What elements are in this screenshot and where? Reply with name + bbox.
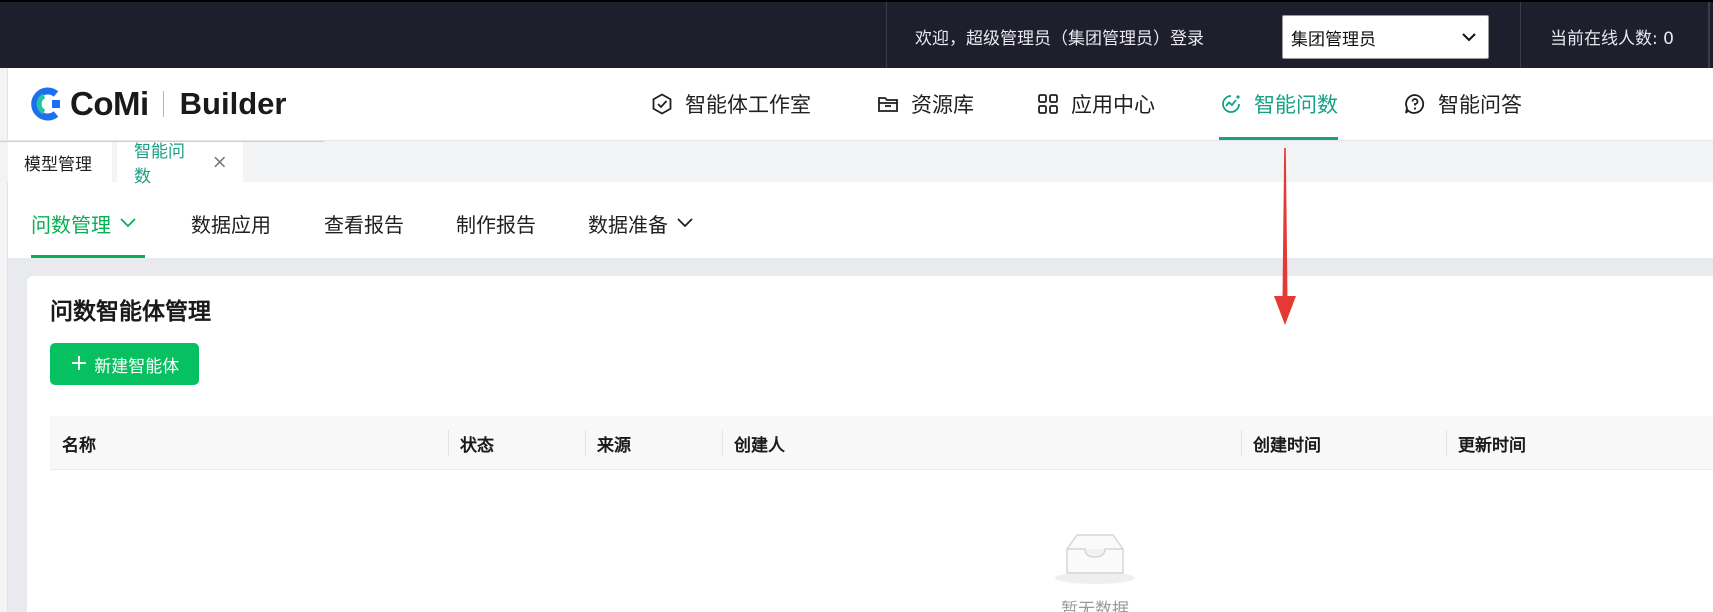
nav-label: 智能体工作室	[685, 93, 811, 117]
agent-studio-icon	[652, 93, 672, 115]
comi-logo-icon	[31, 87, 60, 121]
empty-inbox-icon	[1055, 534, 1135, 584]
logo-brand: CoMi	[70, 85, 149, 122]
column-header-status[interactable]: 状态	[448, 416, 494, 470]
subnav-label: 数据准备	[588, 212, 668, 237]
divider	[1708, 2, 1710, 70]
nav-app-center[interactable]: 应用中心	[1036, 68, 1155, 140]
subnav-data-application[interactable]: 数据应用	[191, 188, 271, 258]
nav-label: 应用中心	[1071, 93, 1155, 117]
chevron-down-icon	[120, 218, 136, 228]
tab-model-management[interactable]: 模型管理	[8, 142, 112, 182]
tab-smart-data-query[interactable]: 智能问数	[117, 142, 243, 187]
column-header-creator[interactable]: 创建人	[722, 416, 785, 470]
column-header-name[interactable]: 名称	[62, 416, 96, 470]
empty-text: 暂无数据	[1061, 600, 1129, 612]
sub-nav: 问数管理 数据应用 查看报告 制作报告 数据准备	[8, 188, 1713, 258]
chevron-down-icon	[677, 218, 693, 228]
subnav-label: 制作报告	[456, 212, 536, 237]
subnav-label: 问数管理	[31, 212, 111, 237]
column-label: 状态	[460, 435, 494, 456]
logo[interactable]: CoMi Builder	[30, 85, 287, 122]
subnav-label: 查看报告	[324, 212, 404, 237]
subnav-data-preparation[interactable]: 数据准备	[588, 188, 694, 258]
folder-icon	[878, 97, 898, 112]
question-chat-icon	[1405, 94, 1425, 114]
content-card: 问数智能体管理 + 新建智能体 名称 状态 来源 创建人 创建时间 更新时间 暂…	[27, 276, 1713, 612]
page-tabs: 模型管理 智能问数	[0, 140, 1713, 187]
new-agent-button-label: 新建智能体	[94, 356, 180, 377]
column-divider	[1446, 430, 1447, 456]
column-label: 名称	[62, 435, 96, 456]
subnav-label: 数据应用	[191, 212, 271, 237]
column-divider	[1241, 430, 1242, 456]
chevron-down-icon	[1462, 33, 1476, 42]
new-agent-button[interactable]: + 新建智能体	[50, 343, 199, 385]
empty-state: 暂无数据	[1035, 531, 1155, 612]
column-header-updated-time[interactable]: 更新时间	[1446, 416, 1526, 470]
top-bar: 欢迎，超级管理员（集团管理员）登录 集团管理员 当前在线人数: 0	[0, 0, 1713, 70]
page-title: 问数智能体管理	[50, 299, 211, 325]
subnav-create-report[interactable]: 制作报告	[456, 188, 536, 258]
tab-label: 模型管理	[24, 154, 92, 175]
divider	[1520, 2, 1521, 70]
plus-icon: +	[69, 351, 89, 376]
grid-apps-icon	[1038, 94, 1058, 114]
logo-divider	[162, 91, 164, 117]
nav-label: 资源库	[911, 93, 974, 117]
nav-smart-qa[interactable]: 智能问答	[1403, 68, 1522, 140]
nav-smart-data-query[interactable]: 智能问数	[1219, 68, 1338, 140]
column-label: 创建人	[734, 435, 785, 456]
column-header-source[interactable]: 来源	[585, 416, 631, 470]
subnav-query-management[interactable]: 问数管理	[31, 188, 145, 258]
column-divider	[448, 430, 449, 456]
nav-label: 智能问数	[1254, 93, 1338, 117]
column-divider	[722, 430, 723, 456]
nav-label: 智能问答	[1438, 93, 1522, 117]
tab-label: 智能问数	[134, 142, 185, 187]
column-label: 来源	[597, 435, 631, 456]
data-chart-icon	[1222, 95, 1240, 113]
close-icon[interactable]	[212, 154, 227, 170]
online-count: 当前在线人数: 0	[1550, 28, 1674, 49]
nav-resource-library[interactable]: 资源库	[876, 68, 974, 140]
org-select-value: 集团管理员	[1291, 29, 1376, 50]
column-label: 创建时间	[1253, 435, 1321, 456]
column-divider	[585, 430, 586, 456]
annotation-arrow-icon	[1274, 148, 1296, 325]
table-header: 名称 状态 来源 创建人 创建时间 更新时间	[50, 416, 1713, 470]
subnav-view-report[interactable]: 查看报告	[324, 188, 404, 258]
org-select[interactable]: 集团管理员	[1282, 15, 1489, 59]
column-header-created-time[interactable]: 创建时间	[1241, 416, 1321, 470]
column-label: 更新时间	[1458, 435, 1526, 456]
welcome-text: 欢迎，超级管理员（集团管理员）登录	[886, 2, 1252, 70]
logo-product: Builder	[179, 86, 287, 121]
nav-agent-studio[interactable]: 智能体工作室	[650, 68, 811, 140]
main-header: CoMi Builder 智能体工作室 资源库 应用中心 智能问数 智能问答	[0, 68, 1713, 140]
